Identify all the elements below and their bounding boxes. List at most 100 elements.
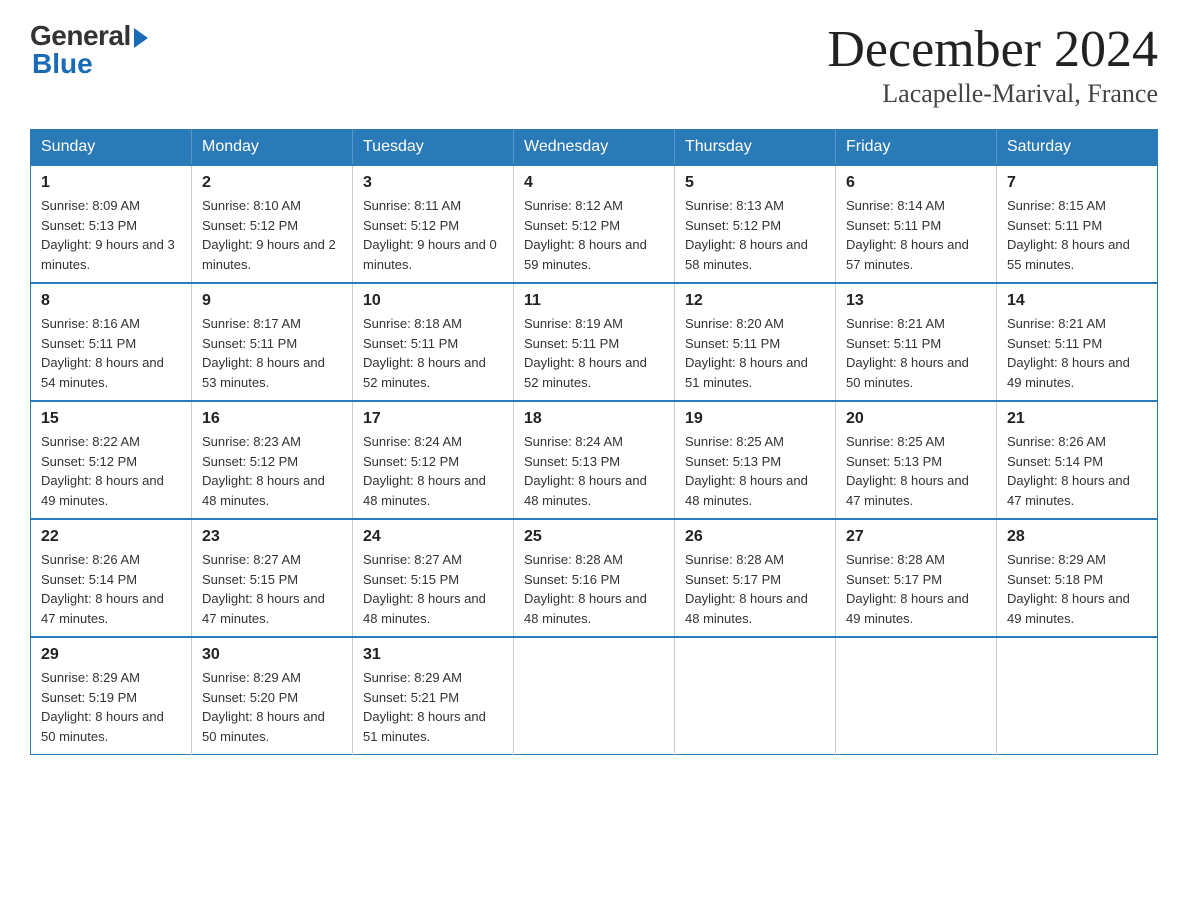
calendar-cell: 27Sunrise: 8:28 AMSunset: 5:17 PMDayligh…	[836, 519, 997, 637]
day-info: Sunrise: 8:25 AMSunset: 5:13 PMDaylight:…	[685, 432, 825, 510]
title-section: December 2024 Lacapelle-Marival, France	[827, 20, 1158, 109]
day-number: 22	[41, 528, 181, 546]
calendar-cell: 21 Sunrise: 8:26 AMSunset: 5:14 PMDayligh…	[997, 401, 1158, 519]
day-number: 14	[1007, 292, 1147, 310]
logo-arrow-icon	[134, 28, 148, 48]
day-info: Sunrise: 8:26 AMSunset: 5:14 PMDaylight:…	[41, 550, 181, 628]
weekday-row: SundayMondayTuesdayWednesdayThursdayFrid…	[31, 130, 1158, 166]
location-title: Lacapelle-Marival, France	[827, 79, 1158, 109]
week-row-3: 15 Sunrise: 8:22 AMSunset: 5:12 PMDayligh…	[31, 401, 1158, 519]
page-header: General Blue December 2024 Lacapelle-Mar…	[30, 20, 1158, 109]
day-info: Sunrise: 8:21 AMSunset: 5:11 PMDaylight:…	[1007, 314, 1147, 392]
day-info: Sunrise: 8:21 AMSunset: 5:11 PMDaylight:…	[846, 314, 986, 392]
calendar-cell	[514, 637, 675, 755]
day-number: 3	[363, 174, 503, 192]
calendar-cell: 7Sunrise: 8:15 AMSunset: 5:11 PMDaylight…	[997, 165, 1158, 283]
calendar-cell: 25 Sunrise: 8:28 AMSunset: 5:16 PMDayligh…	[514, 519, 675, 637]
day-number: 21	[1007, 410, 1147, 428]
day-number: 28	[1007, 528, 1147, 546]
day-number: 15	[41, 410, 181, 428]
day-info: Sunrise: 8:09 AMSunset: 5:13 PMDaylight:…	[41, 196, 181, 274]
calendar-table: SundayMondayTuesdayWednesdayThursdayFrid…	[30, 129, 1158, 755]
calendar-cell: 1Sunrise: 8:09 AMSunset: 5:13 PMDaylight…	[31, 165, 192, 283]
calendar-cell: 15 Sunrise: 8:22 AMSunset: 5:12 PMDayligh…	[31, 401, 192, 519]
weekday-header-wednesday: Wednesday	[514, 130, 675, 166]
calendar-cell: 28 Sunrise: 8:29 AMSunset: 5:18 PMDayligh…	[997, 519, 1158, 637]
calendar-cell: 8 Sunrise: 8:16 AMSunset: 5:11 PMDaylight…	[31, 283, 192, 401]
day-number: 19	[685, 410, 825, 428]
month-title: December 2024	[827, 20, 1158, 79]
calendar-cell: 31 Sunrise: 8:29 AMSunset: 5:21 PMDayligh…	[353, 637, 514, 755]
day-info: Sunrise: 8:26 AMSunset: 5:14 PMDaylight:…	[1007, 432, 1147, 510]
day-number: 2	[202, 174, 342, 192]
day-number: 30	[202, 646, 342, 664]
calendar-cell: 12Sunrise: 8:20 AMSunset: 5:11 PMDayligh…	[675, 283, 836, 401]
calendar-cell	[675, 637, 836, 755]
day-info: Sunrise: 8:29 AMSunset: 5:18 PMDaylight:…	[1007, 550, 1147, 628]
calendar-cell: 14 Sunrise: 8:21 AMSunset: 5:11 PMDayligh…	[997, 283, 1158, 401]
day-number: 18	[524, 410, 664, 428]
day-info: Sunrise: 8:24 AMSunset: 5:12 PMDaylight:…	[363, 432, 503, 510]
calendar-cell: 3Sunrise: 8:11 AMSunset: 5:12 PMDaylight…	[353, 165, 514, 283]
day-info: Sunrise: 8:19 AMSunset: 5:11 PMDaylight:…	[524, 314, 664, 392]
day-number: 26	[685, 528, 825, 546]
day-number: 4	[524, 174, 664, 192]
day-info: Sunrise: 8:14 AMSunset: 5:11 PMDaylight:…	[846, 196, 986, 274]
day-number: 16	[202, 410, 342, 428]
day-info: Sunrise: 8:13 AMSunset: 5:12 PMDaylight:…	[685, 196, 825, 274]
day-number: 23	[202, 528, 342, 546]
day-number: 5	[685, 174, 825, 192]
calendar-cell: 29 Sunrise: 8:29 AMSunset: 5:19 PMDayligh…	[31, 637, 192, 755]
day-info: Sunrise: 8:29 AMSunset: 5:21 PMDaylight:…	[363, 668, 503, 746]
calendar-body: 1Sunrise: 8:09 AMSunset: 5:13 PMDaylight…	[31, 165, 1158, 755]
day-number: 17	[363, 410, 503, 428]
day-number: 11	[524, 292, 664, 310]
day-info: Sunrise: 8:25 AMSunset: 5:13 PMDaylight:…	[846, 432, 986, 510]
calendar-cell: 26 Sunrise: 8:28 AMSunset: 5:17 PMDayligh…	[675, 519, 836, 637]
day-number: 24	[363, 528, 503, 546]
week-row-4: 22 Sunrise: 8:26 AMSunset: 5:14 PMDayligh…	[31, 519, 1158, 637]
day-info: Sunrise: 8:12 AMSunset: 5:12 PMDaylight:…	[524, 196, 664, 274]
weekday-header-thursday: Thursday	[675, 130, 836, 166]
day-number: 31	[363, 646, 503, 664]
day-info: Sunrise: 8:17 AMSunset: 5:11 PMDaylight:…	[202, 314, 342, 392]
day-number: 20	[846, 410, 986, 428]
calendar-cell: 20 Sunrise: 8:25 AMSunset: 5:13 PMDayligh…	[836, 401, 997, 519]
calendar-cell: 9 Sunrise: 8:17 AMSunset: 5:11 PMDaylight…	[192, 283, 353, 401]
week-row-1: 1Sunrise: 8:09 AMSunset: 5:13 PMDaylight…	[31, 165, 1158, 283]
calendar-cell: 4 Sunrise: 8:12 AMSunset: 5:12 PMDaylight…	[514, 165, 675, 283]
day-info: Sunrise: 8:16 AMSunset: 5:11 PMDaylight:…	[41, 314, 181, 392]
weekday-header-saturday: Saturday	[997, 130, 1158, 166]
day-info: Sunrise: 8:22 AMSunset: 5:12 PMDaylight:…	[41, 432, 181, 510]
day-info: Sunrise: 8:23 AMSunset: 5:12 PMDaylight:…	[202, 432, 342, 510]
day-number: 13	[846, 292, 986, 310]
day-number: 8	[41, 292, 181, 310]
day-info: Sunrise: 8:15 AMSunset: 5:11 PMDaylight:…	[1007, 196, 1147, 274]
day-number: 9	[202, 292, 342, 310]
calendar-cell	[997, 637, 1158, 755]
logo: General Blue	[30, 20, 148, 80]
calendar-header: SundayMondayTuesdayWednesdayThursdayFrid…	[31, 130, 1158, 166]
calendar-cell: 22 Sunrise: 8:26 AMSunset: 5:14 PMDayligh…	[31, 519, 192, 637]
calendar-cell: 2Sunrise: 8:10 AMSunset: 5:12 PMDaylight…	[192, 165, 353, 283]
day-info: Sunrise: 8:28 AMSunset: 5:17 PMDaylight:…	[685, 550, 825, 628]
day-number: 25	[524, 528, 664, 546]
day-number: 10	[363, 292, 503, 310]
calendar-cell: 19 Sunrise: 8:25 AMSunset: 5:13 PMDayligh…	[675, 401, 836, 519]
day-info: Sunrise: 8:28 AMSunset: 5:16 PMDaylight:…	[524, 550, 664, 628]
weekday-header-tuesday: Tuesday	[353, 130, 514, 166]
calendar-cell: 17 Sunrise: 8:24 AMSunset: 5:12 PMDayligh…	[353, 401, 514, 519]
day-info: Sunrise: 8:27 AMSunset: 5:15 PMDaylight:…	[363, 550, 503, 628]
logo-blue-text: Blue	[32, 48, 93, 80]
day-info: Sunrise: 8:29 AMSunset: 5:19 PMDaylight:…	[41, 668, 181, 746]
calendar-cell: 30 Sunrise: 8:29 AMSunset: 5:20 PMDayligh…	[192, 637, 353, 755]
day-info: Sunrise: 8:28 AMSunset: 5:17 PMDaylight:…	[846, 550, 986, 628]
week-row-5: 29 Sunrise: 8:29 AMSunset: 5:19 PMDayligh…	[31, 637, 1158, 755]
day-info: Sunrise: 8:20 AMSunset: 5:11 PMDaylight:…	[685, 314, 825, 392]
day-info: Sunrise: 8:24 AMSunset: 5:13 PMDaylight:…	[524, 432, 664, 510]
calendar-cell: 10Sunrise: 8:18 AMSunset: 5:11 PMDayligh…	[353, 283, 514, 401]
calendar-cell	[836, 637, 997, 755]
day-number: 29	[41, 646, 181, 664]
calendar-cell: 6Sunrise: 8:14 AMSunset: 5:11 PMDaylight…	[836, 165, 997, 283]
day-info: Sunrise: 8:29 AMSunset: 5:20 PMDaylight:…	[202, 668, 342, 746]
